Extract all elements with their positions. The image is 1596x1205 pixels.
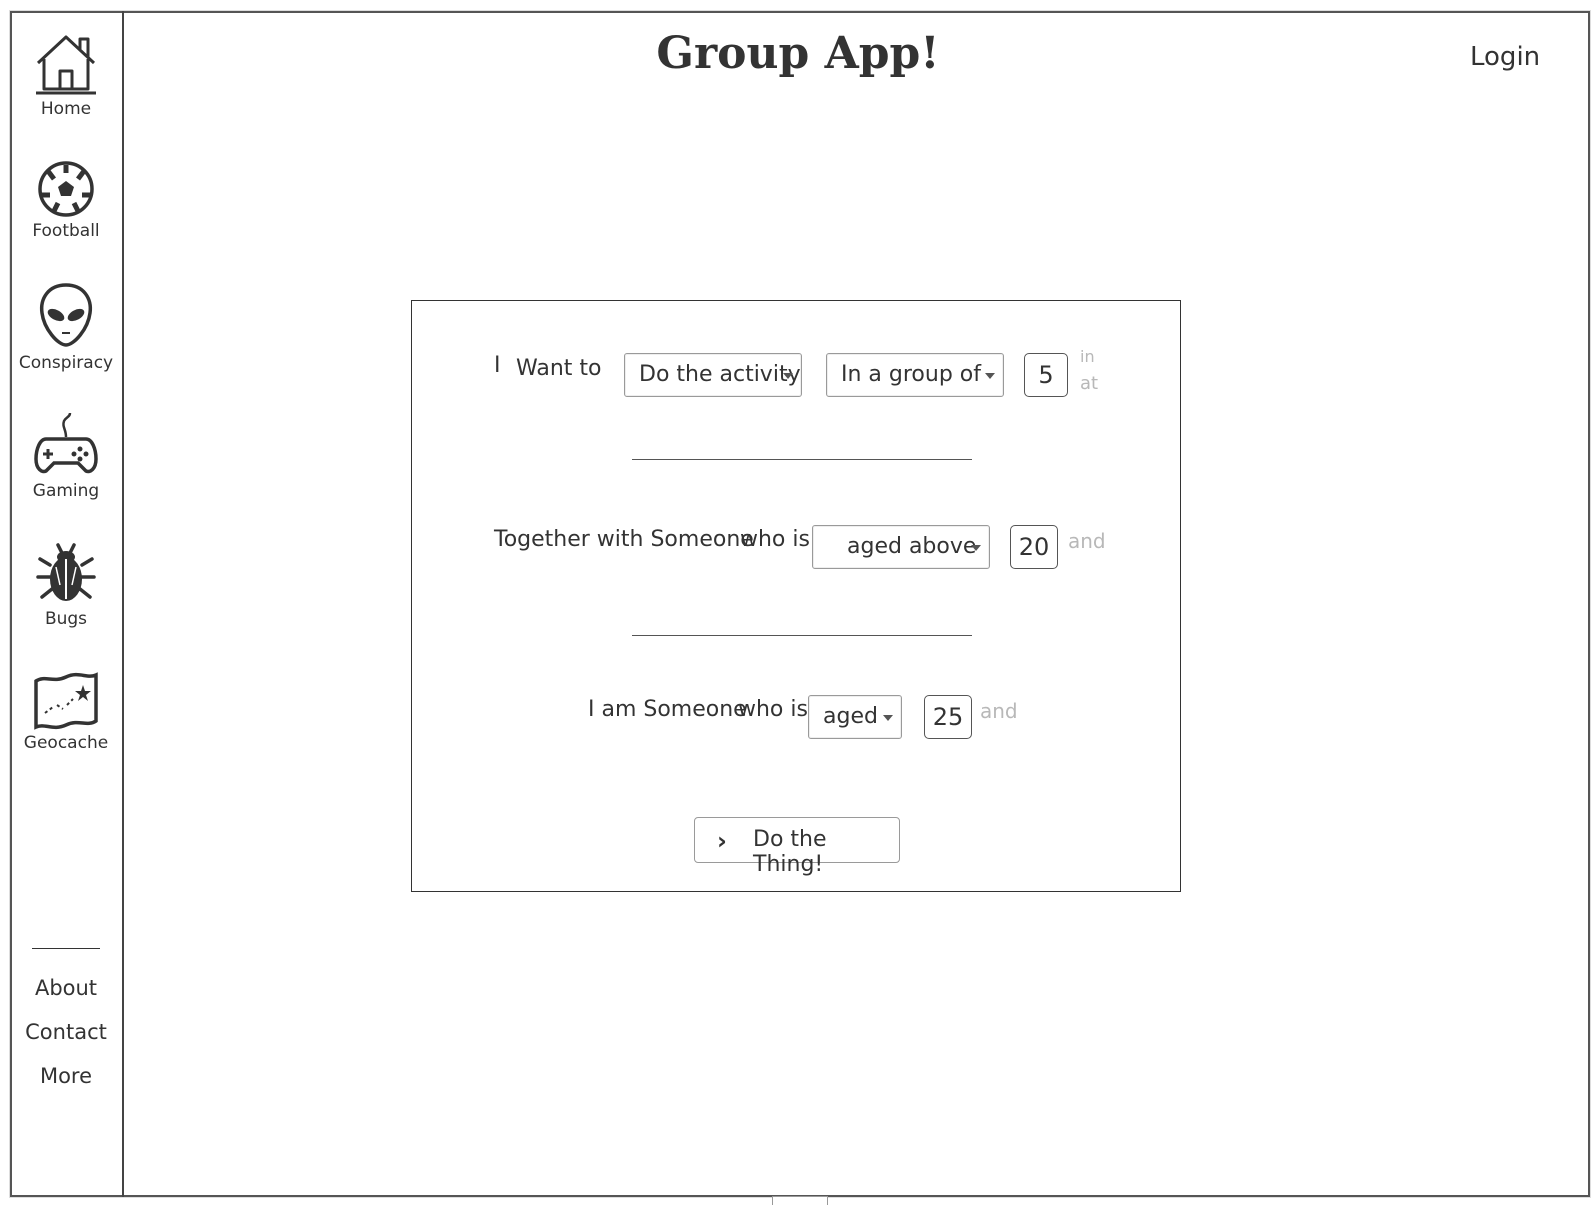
sidebar-item-label: Bugs [44,609,88,629]
do-the-thing-button[interactable]: › Do the Thing! [694,817,900,877]
row3-hint: and [980,699,1018,723]
sidebar-item-label: Football [32,221,100,241]
search-form-panel: I Want to Do the activity In a group of … [411,300,1181,892]
row3-who-label: who is [738,697,808,722]
map-icon [34,672,98,730]
sidebar-item-label: Gaming [32,481,100,501]
chevron-down-icon [783,373,793,379]
row1-hint-bottom: at [1080,373,1099,394]
section-divider [632,635,972,636]
page-title: Group App! [656,28,940,79]
group-select[interactable]: In a group of [826,353,1004,397]
chevron-down-icon [985,373,995,379]
gamepad-icon [34,412,98,474]
sidebar-item-home[interactable]: Home [10,31,122,119]
contact-link[interactable]: Contact [10,1020,122,1044]
sidebar-item-football[interactable]: Football [10,159,122,241]
my-age-input[interactable]: 25 [924,695,972,739]
alien-icon [39,283,93,347]
about-link[interactable]: About [10,976,122,1000]
login-link[interactable]: Login [1470,42,1540,72]
sidebar-item-geocache[interactable]: Geocache [10,671,122,753]
my-age-select[interactable]: aged [808,695,902,739]
sidebar-item-gaming[interactable]: Gaming [10,409,122,501]
row2-hint: and [1068,529,1106,553]
row2-who-label: who is [740,527,810,552]
row2-prefix: Together with Someone [494,527,754,552]
activity-select-value: Do the activity [639,362,801,387]
row3-prefix: I am Someone [588,697,747,722]
row1-hint-top: in [1080,347,1095,366]
chevron-down-icon [883,715,893,721]
sidebar-item-label: Home [40,99,92,119]
sidebar-item-label: Conspiracy [18,353,114,373]
home-icon [36,35,96,95]
partner-age-input[interactable]: 20 [1010,525,1058,569]
row1-prefix: I [494,353,501,378]
group-select-value: In a group of [841,362,981,387]
sidebar-item-conspiracy[interactable]: Conspiracy [10,281,122,373]
row1-want-label: Want to [516,356,602,381]
chevron-down-icon [971,545,981,551]
do-the-thing-label: Do the Thing! [753,827,827,877]
partner-age-select-value: aged above [847,534,977,559]
activity-select[interactable]: Do the activity [624,353,802,397]
bug-icon [36,543,96,601]
my-age-select-value: aged [823,704,878,729]
football-icon [38,161,94,217]
sidebar-item-label: Geocache [23,733,109,753]
sidebar-divider [32,948,100,949]
group-size-input[interactable]: 5 [1024,353,1068,397]
partner-age-select[interactable]: aged above [812,525,990,569]
chevron-right-icon: › [717,827,727,855]
more-link[interactable]: More [10,1064,122,1088]
sidebar: Home Football Conspiracy Gaming Bugs Geo… [10,11,124,1197]
sidebar-item-bugs[interactable]: Bugs [10,537,122,629]
section-divider [632,459,972,460]
